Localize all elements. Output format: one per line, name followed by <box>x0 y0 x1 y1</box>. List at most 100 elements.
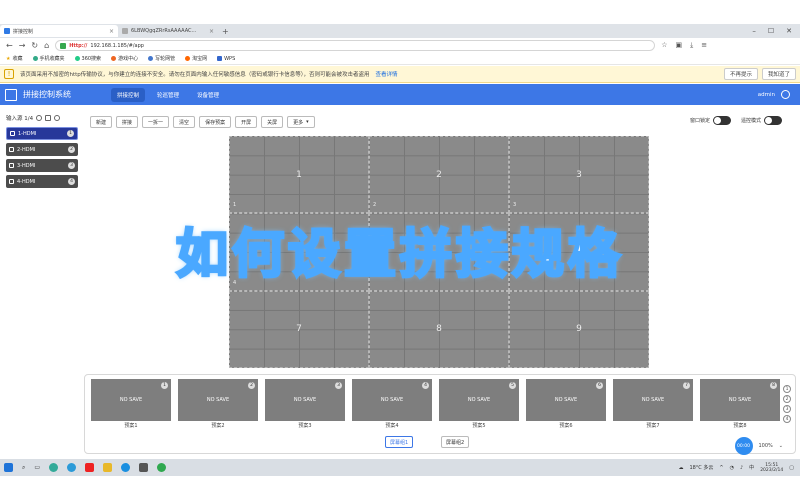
close-tab-icon[interactable]: × <box>109 28 114 35</box>
zoom-level[interactable]: 100% <box>759 443 773 449</box>
search-icon[interactable]: ⌕ <box>22 464 25 472</box>
weather-text[interactable]: 18°C 多云 <box>689 464 713 471</box>
clock[interactable]: 15:51 2023/2/14 <box>760 463 783 473</box>
back-icon[interactable]: ← <box>6 41 13 50</box>
site-icon <box>148 56 154 61</box>
task-view-icon[interactable]: ▭ <box>34 464 40 471</box>
preset-page-4[interactable]: 4 <box>783 415 791 423</box>
bookmark-1[interactable]: 手机收藏夹 <box>32 55 65 62</box>
extension-icon[interactable]: ▣ <box>675 41 682 50</box>
edge-icon[interactable] <box>121 463 131 472</box>
folder-icon[interactable] <box>103 463 113 472</box>
zoom-control: 00:00 100% ⌄ <box>734 437 783 455</box>
bookmark-3[interactable]: 游戏中心 <box>111 55 138 62</box>
notification-icon[interactable]: ▢ <box>789 465 794 471</box>
reload-icon[interactable]: ↻ <box>31 41 38 50</box>
preset-page-1[interactable]: 1 <box>783 385 791 393</box>
input-source-item[interactable]: 3-HDMI 3 <box>6 159 78 172</box>
menu-patrol-management[interactable]: 轮巡管理 <box>151 88 185 102</box>
split-one-button[interactable]: 一拆一 <box>142 116 170 128</box>
save-preset-button[interactable]: 保存预案 <box>199 116 232 128</box>
preset-thumbnail[interactable]: NO SAVE 1 <box>91 379 171 421</box>
maximize-icon[interactable]: ☐ <box>768 27 774 35</box>
minimize-icon[interactable]: – <box>752 27 756 35</box>
menu-icon[interactable]: ≡ <box>701 41 707 50</box>
preset-page-3[interactable]: 3 <box>783 405 791 413</box>
hdmi-icon <box>10 131 15 136</box>
wall-cell[interactable]: 33 <box>509 136 649 214</box>
wall-toolbar: 新建 拼接 一拆一 清空 保存预案 开屏 关屏 更多 ▾ <box>90 116 315 128</box>
ime-indicator[interactable]: 中 <box>749 464 754 471</box>
close-window-icon[interactable]: ✕ <box>786 27 792 35</box>
notice-details-link[interactable]: 查看详情 <box>376 70 398 78</box>
preset-thumbnail[interactable]: NO SAVE 3 <box>265 379 345 421</box>
window-lock-toggle[interactable]: 窗口锁定 <box>690 116 732 125</box>
got-it-button[interactable]: 我知道了 <box>761 68 796 80</box>
settings-icon[interactable] <box>36 115 43 121</box>
new-button[interactable]: 新建 <box>90 116 113 128</box>
screen-group-1-tab[interactable]: 屏幕组1 <box>385 436 414 448</box>
bookmark-4[interactable]: 写轮网管 <box>148 55 175 62</box>
splice-button[interactable]: 拼接 <box>116 116 139 128</box>
browser-tab-0[interactable]: 拼接控制 × <box>0 25 118 37</box>
close-tab-icon[interactable]: × <box>209 28 214 35</box>
url-input[interactable]: Http:// 192.168.1.185/#/app <box>55 40 656 51</box>
chevron-up-icon[interactable]: ^ <box>719 465 723 471</box>
preset-thumbnail[interactable]: NO SAVE 2 <box>178 379 258 421</box>
clear-button[interactable]: 清空 <box>173 116 196 128</box>
preset-label: 预案1 <box>124 423 138 429</box>
wall-cell[interactable]: 11 <box>229 136 369 214</box>
dont-show-again-button[interactable]: 不再提示 <box>723 68 758 80</box>
preset-thumbnail[interactable]: NO SAVE 6 <box>526 379 606 421</box>
preset-thumbnail[interactable]: NO SAVE 5 <box>439 379 519 421</box>
menu-splice-control[interactable]: 拼接控制 <box>111 87 146 102</box>
more-dropdown[interactable]: 更多 ▾ <box>287 116 315 128</box>
download-icon[interactable]: ⤓ <box>690 41 693 50</box>
bookmark-2[interactable]: 360搜索 <box>74 55 101 62</box>
network-icon[interactable]: ◔ <box>730 465 734 471</box>
preset-label: 预案3 <box>298 423 312 429</box>
user-avatar-icon[interactable] <box>781 90 790 99</box>
wechat-icon[interactable] <box>157 463 167 472</box>
tab-label: 6LBWQgqZRrRsAAAAAC... <box>131 28 197 34</box>
search-site-icon <box>74 56 80 61</box>
remote-mode-toggle[interactable]: 遥控模式 <box>741 116 783 125</box>
preset-thumbnail[interactable]: NO SAVE 7 <box>613 379 693 421</box>
bookmark-6[interactable]: WPS <box>217 56 235 62</box>
browser-tools: ☆ ▣ ⤓ ≡ <box>661 41 707 50</box>
input-source-item[interactable]: 4-HDMI 4 <box>6 175 78 188</box>
preset-thumbnail[interactable]: NO SAVE 8 <box>700 379 780 421</box>
wall-cell[interactable]: 7 <box>229 290 369 368</box>
star-icon[interactable]: ☆ <box>661 41 667 50</box>
username[interactable]: admin <box>758 92 775 98</box>
chevron-down-icon: ▾ <box>306 119 309 125</box>
preset-panel: NO SAVE 1 预案1 NO SAVE 2 预案2 NO SAVE 3 预案3 N… <box>84 374 796 455</box>
bookmark-5[interactable]: 淘宝网 <box>185 55 207 62</box>
chevron-down-icon[interactable]: ⌄ <box>779 443 783 449</box>
wall-cell[interactable]: 9 <box>509 290 649 368</box>
browser-360-icon[interactable] <box>49 463 59 472</box>
chrome-icon[interactable] <box>67 463 77 472</box>
input-source-item[interactable]: 1-HDMI 1 <box>6 127 78 140</box>
menu-device-management[interactable]: 设备管理 <box>191 88 225 102</box>
home-icon[interactable]: ⌂ <box>44 41 49 50</box>
preset-thumbnail[interactable]: NO SAVE 4 <box>352 379 432 421</box>
browser-tab-1[interactable]: 6LBWQgqZRrRsAAAAAC... × <box>118 25 218 37</box>
input-source-item[interactable]: 2-HDMI 2 <box>6 143 78 156</box>
store-icon[interactable] <box>139 463 149 472</box>
screen-off-button[interactable]: 关屏 <box>261 116 284 128</box>
wall-cell[interactable]: 8 <box>369 290 509 368</box>
forward-icon[interactable]: → <box>19 41 26 50</box>
grid-icon[interactable] <box>45 115 52 121</box>
screen-group-2-tab[interactable]: 屏幕组2 <box>441 436 470 448</box>
volume-icon[interactable]: ♪ <box>740 465 743 471</box>
refresh-icon[interactable] <box>54 115 61 121</box>
screen-on-button[interactable]: 开屏 <box>235 116 258 128</box>
new-tab-button[interactable]: + <box>218 27 233 36</box>
bookmark-0[interactable]: ★ 收藏 <box>6 55 23 63</box>
weather-icon: ☁ <box>678 464 684 471</box>
start-icon[interactable] <box>4 463 13 472</box>
wall-cell[interactable]: 22 <box>369 136 509 214</box>
preset-page-2[interactable]: 2 <box>783 395 791 403</box>
wps-icon[interactable] <box>85 463 95 472</box>
